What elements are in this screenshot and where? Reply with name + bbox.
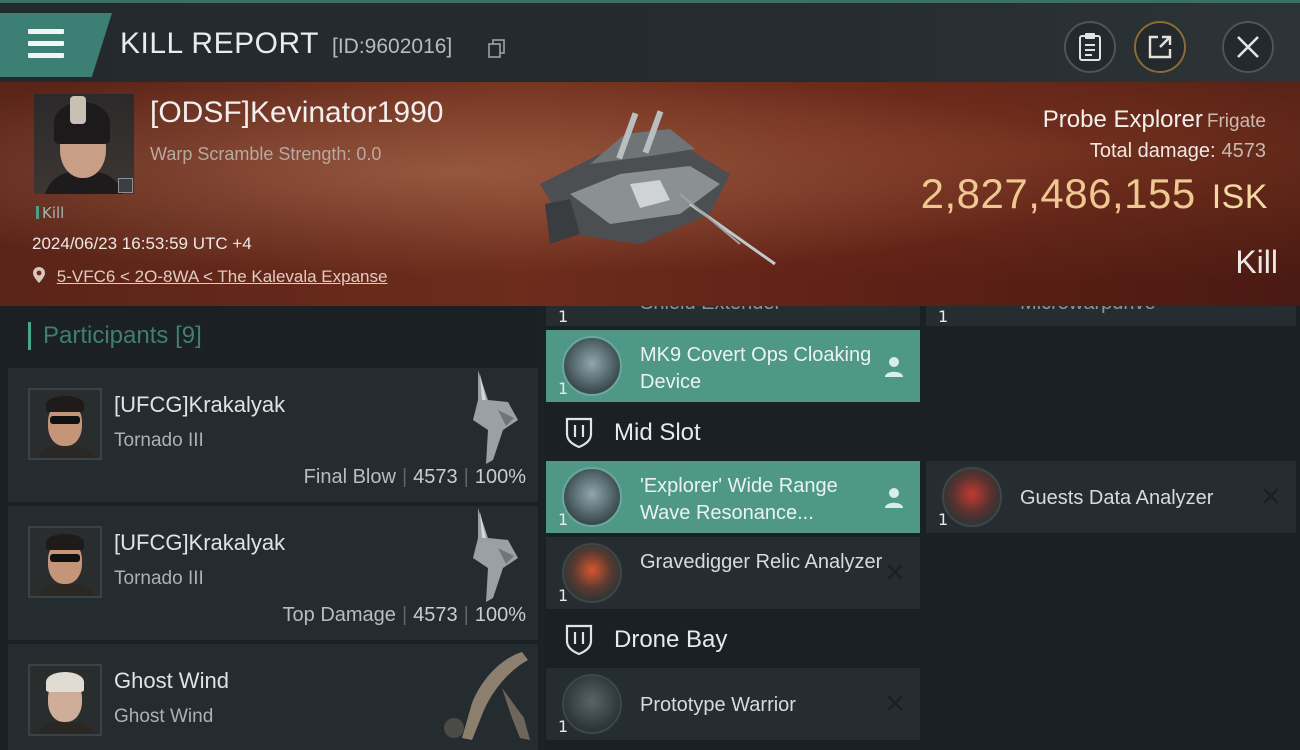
clipboard-button[interactable] — [1064, 21, 1116, 73]
participant-damage: 4573 — [413, 466, 458, 488]
participant-row[interactable]: Ghost Wind Ghost Wind — [8, 644, 538, 750]
data-analyzer-icon — [942, 467, 1002, 527]
participants-count: [9] — [175, 322, 202, 349]
report-id: [ID:9602016] — [332, 35, 453, 58]
participant-stats: Final Blow | 4573 | 100% — [303, 466, 526, 488]
location-pin-icon — [33, 267, 45, 283]
isk-unit: ISK — [1211, 178, 1268, 216]
module-qty: 1 — [558, 510, 569, 529]
module-slot[interactable]: 1 Guests Data Analyzer — [926, 461, 1296, 533]
participant-damage: 4573 — [413, 604, 458, 626]
relic-analyzer-icon — [562, 543, 622, 603]
victim-ship-image — [540, 110, 776, 266]
participant-avatar — [28, 664, 102, 736]
participant-ship-image — [473, 370, 518, 464]
person-icon — [885, 488, 903, 508]
participant-role: Final Blow — [303, 466, 396, 488]
participant-row[interactable]: [UFCG]Krakalyak Tornado III Top Damage | 4… — [8, 506, 538, 640]
participant-avatar — [28, 526, 102, 598]
copy-icon[interactable] — [488, 39, 506, 59]
clipboard-icon — [1079, 33, 1101, 61]
share-icon — [1148, 35, 1172, 59]
ship-type: Probe Explorer — [1042, 106, 1203, 133]
location-link[interactable]: 5-VFC6 < 2O-8WA < The Kalevala Expanse — [57, 267, 388, 286]
module-name: 'Explorer' Wide Range Wave Resonance... — [640, 475, 838, 524]
cloaking-device-icon — [562, 336, 622, 396]
warp-scramble-strength: Warp Scramble Strength: 0.0 — [150, 144, 382, 164]
module-slot[interactable]: Shield Extender 1 — [546, 306, 920, 326]
participant-role: Top Damage — [282, 604, 396, 626]
module-name: MK9 Covert Ops Cloaking Device — [640, 344, 872, 393]
x-icon — [887, 564, 903, 580]
victim-name[interactable]: [ODSF]Kevinator1990 — [150, 96, 443, 130]
module-qty: 1 — [558, 586, 569, 605]
participant-name: [UFCG]Krakalyak — [114, 530, 286, 555]
module-name: Prototype Warrior — [640, 694, 796, 716]
module-slot[interactable]: 1 'Explorer' Wide Range Wave Resonance..… — [546, 461, 920, 533]
participant-percent: 100% — [474, 466, 526, 488]
participant-ship: Ghost Wind — [114, 706, 214, 727]
top-bar: KILL REPORT [ID:9602016] — [0, 0, 1300, 82]
participants-label: Participants — [43, 322, 169, 349]
participant-avatar — [28, 388, 102, 460]
person-icon — [885, 357, 903, 377]
close-button[interactable] — [1222, 21, 1274, 73]
total-damage-value: 4573 — [1221, 140, 1267, 162]
isk-amount: 2,827,486,155 — [920, 170, 1196, 217]
module-qty: 1 — [938, 510, 949, 529]
module-qty: 1 — [558, 379, 569, 398]
total-damage-label: Total damage: — [1089, 140, 1216, 162]
isk-value: 2,827,486,155 ISK — [921, 170, 1268, 218]
participant-name: [UFCG]Krakalyak — [114, 392, 286, 417]
menu-button[interactable] — [0, 13, 112, 77]
module-slot[interactable]: Microwarpdrive 1 — [926, 306, 1296, 326]
kill-location[interactable]: 5-VFC6 < 2O-8WA < The Kalevala Expanse — [32, 266, 387, 287]
participant-stats: Top Damage | 4573 | 100% — [282, 604, 526, 626]
participant-ship-image — [444, 652, 530, 740]
participants-header: Participants [9] — [28, 322, 202, 350]
victim-ship-name[interactable]: Probe Explorer Frigate — [1043, 106, 1266, 134]
total-damage: Total damage: 4573 — [1090, 140, 1266, 163]
drone-icon — [562, 674, 622, 734]
participant-ship: Tornado III — [114, 430, 204, 451]
participant-row[interactable]: [UFCG]Krakalyak Tornado III Final Blow | 4… — [8, 368, 538, 502]
page-title: KILL REPORT — [120, 27, 319, 60]
hamburger-icon — [28, 29, 64, 34]
ship-class: Frigate — [1206, 111, 1266, 132]
participant-percent: 100% — [474, 604, 526, 626]
victim-banner: [ODSF]Kevinator1990 Warp Scramble Streng… — [0, 82, 1300, 306]
module-name: Microwarpdrive — [1020, 306, 1270, 317]
x-icon — [1263, 488, 1279, 504]
mid-slot-icon — [565, 417, 593, 448]
participant-name: Ghost Wind — [114, 668, 229, 693]
module-name: Gravedigger Relic Analyzer — [640, 551, 883, 573]
module-qty: 1 — [558, 717, 569, 736]
participant-ship: Tornado III — [114, 568, 204, 589]
info-badge-icon[interactable] — [118, 178, 133, 193]
close-icon — [1237, 36, 1259, 58]
participant-ship-image — [473, 508, 518, 602]
module-slot[interactable]: 1 Gravedigger Relic Analyzer — [546, 537, 920, 609]
module-name: Shield Extender — [640, 306, 890, 317]
module-slot[interactable]: 1 MK9 Covert Ops Cloaking Device — [546, 330, 920, 402]
module-name: Guests Data Analyzer — [1020, 487, 1214, 509]
x-icon — [887, 695, 903, 711]
scanner-probe-launcher-icon — [562, 467, 622, 527]
mid-slot-label: Mid Slot — [614, 419, 701, 446]
result-label: Kill — [1235, 244, 1278, 280]
drone-bay-label: Drone Bay — [614, 626, 728, 653]
drone-bay-icon — [565, 624, 593, 655]
module-slot[interactable]: 1 Prototype Warrior — [546, 668, 920, 740]
share-button[interactable] — [1134, 21, 1186, 73]
kill-tag: Kill — [36, 204, 64, 222]
kill-timestamp: 2024/06/23 16:53:59 UTC +4 — [32, 234, 252, 253]
